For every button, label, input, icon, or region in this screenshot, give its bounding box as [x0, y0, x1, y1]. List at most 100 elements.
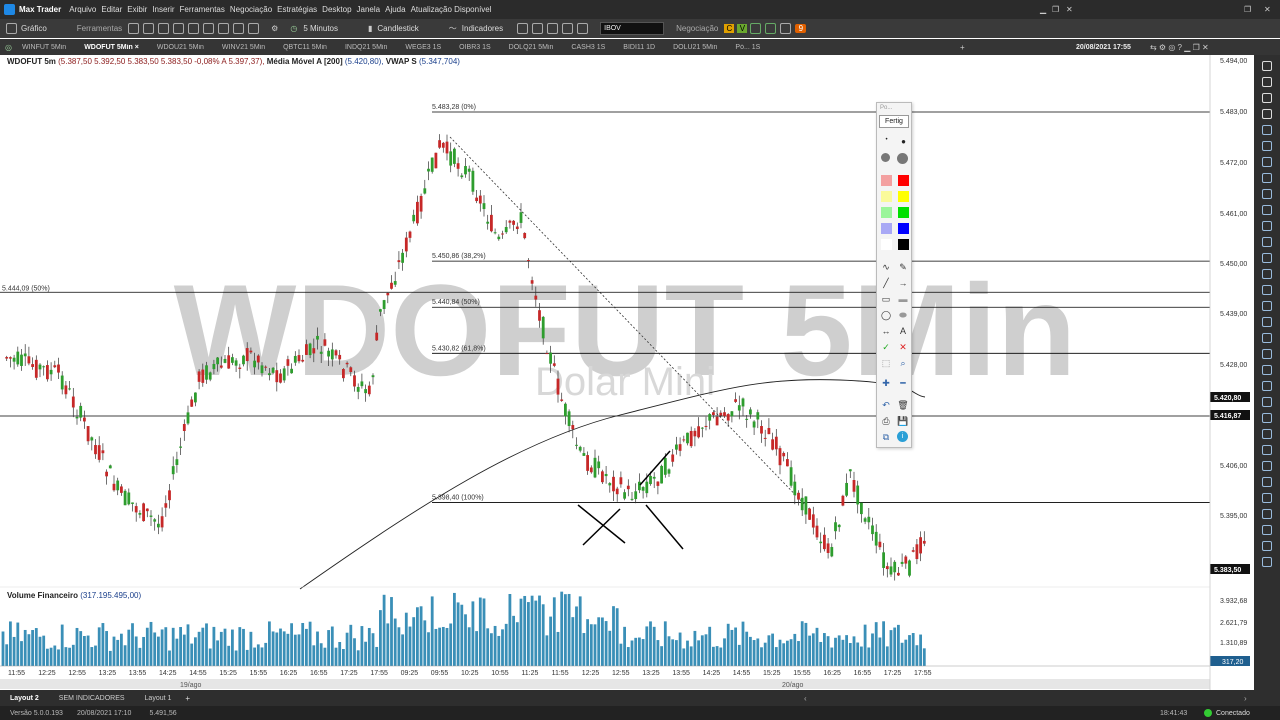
menu-item[interactable]: Atualização Disponível — [411, 5, 492, 14]
tab-winfut-5min[interactable]: WINFUT 5Min — [22, 44, 66, 51]
ellipse-icon[interactable]: ◯ — [880, 309, 892, 321]
copy-icon[interactable]: ⧉ — [880, 431, 892, 443]
color-blue[interactable] — [898, 223, 909, 234]
drawing-tool-icon[interactable] — [1262, 525, 1272, 535]
c-icon[interactable]: C — [724, 24, 735, 33]
color-white[interactable] — [881, 239, 892, 250]
minimize-icon[interactable]: ▁ — [1040, 5, 1046, 14]
color-yellow[interactable] — [898, 191, 909, 202]
tab-qbtc11-5min[interactable]: QBTC11 5Min — [283, 44, 327, 51]
drawing-tool-icon[interactable] — [1262, 205, 1272, 215]
drawing-tool-icon[interactable] — [1262, 509, 1272, 519]
cycle-icon[interactable] — [203, 23, 215, 34]
xlarge-dot-icon[interactable] — [897, 153, 908, 164]
drawing-tool-icon[interactable] — [1262, 541, 1272, 551]
grid-icon[interactable] — [128, 23, 140, 34]
add-tab-icon[interactable]: + — [960, 43, 965, 52]
drawing-tool-icon[interactable] — [1262, 477, 1272, 487]
zoom-icon[interactable]: ⌕ — [897, 357, 909, 369]
symbol-input[interactable]: IBOV — [600, 22, 665, 35]
double-arrow-icon[interactable]: ↔ — [880, 325, 892, 337]
drawing-tool-icon[interactable] — [1262, 333, 1272, 343]
globe-icon[interactable] — [218, 23, 230, 34]
tab-share-icon[interactable]: ⇆ ⚙ ◎ ? ▁ ❐ ✕ — [1150, 43, 1209, 52]
text-icon[interactable]: A — [897, 325, 909, 337]
drawing-tool-icon[interactable] — [1262, 493, 1272, 503]
layout-icon[interactable] — [577, 23, 589, 34]
menu-item[interactable]: Janela — [357, 5, 381, 14]
chat-icon[interactable] — [233, 23, 245, 34]
rectangle-icon[interactable]: ▭ — [880, 293, 892, 305]
drawing-tool-icon[interactable] — [1262, 237, 1272, 247]
tab-dolq21-5min[interactable]: DOLQ21 5Min — [509, 44, 554, 51]
small-dot-icon[interactable]: • — [881, 137, 892, 148]
minus-icon[interactable]: ━ — [897, 377, 909, 389]
save-icon[interactable]: 💾 — [897, 415, 909, 427]
menu-item[interactable]: Arquivo — [69, 5, 96, 14]
color-light-green[interactable] — [881, 207, 892, 218]
finish-button[interactable]: Fertig — [879, 115, 909, 128]
check-icon[interactable]: ✓ — [880, 341, 892, 353]
v-icon[interactable]: V — [737, 24, 748, 33]
drawing-tool-icon[interactable] — [1262, 301, 1272, 311]
drawing-tool-icon[interactable] — [1262, 397, 1272, 407]
drawing-tool-icon[interactable] — [1262, 253, 1272, 263]
filled-rectangle-icon[interactable]: ▬ — [897, 293, 909, 305]
menu-item[interactable]: Estratégias — [277, 5, 317, 14]
list-icon[interactable] — [780, 23, 792, 34]
window-restore-icon[interactable]: ❐ — [1244, 5, 1251, 14]
tab-cash3-1s[interactable]: CASH3 1S — [571, 44, 605, 51]
drawing-tool-icon[interactable] — [1262, 221, 1272, 231]
layers-icon[interactable] — [248, 23, 260, 34]
crosshair-icon[interactable] — [562, 23, 574, 34]
color-black[interactable] — [898, 239, 909, 250]
drawing-tool-icon[interactable] — [1262, 173, 1272, 183]
scroll-left-icon[interactable]: ‹ — [804, 694, 807, 703]
color-green[interactable] — [898, 207, 909, 218]
menu-item[interactable]: Negociação — [230, 5, 272, 14]
drawing-tool-icon[interactable] — [1262, 125, 1272, 135]
window-icon[interactable] — [765, 23, 777, 34]
drawing-tool-icon[interactable] — [1262, 269, 1272, 279]
chart-type-select[interactable]: Candlestick — [377, 24, 418, 33]
color-light-yellow[interactable] — [881, 191, 892, 202]
menu-item[interactable]: Editar — [101, 5, 122, 14]
columns-icon[interactable] — [173, 23, 185, 34]
info-icon[interactable]: i — [897, 431, 908, 442]
menu-item[interactable]: Ajuda — [385, 5, 405, 14]
filled-ellipse-icon[interactable]: ⬬ — [897, 309, 909, 321]
chart-area[interactable]: WDOFUT 5Min Dolar Mini 5.483,28 (0%) 5.450,… — [0, 55, 1252, 690]
tab-bidi11-1d[interactable]: BIDI11 1D — [623, 44, 655, 51]
tab-wdou21-5min[interactable]: WDOU21 5Min — [157, 44, 204, 51]
tab-indq21-5min[interactable]: INDQ21 5Min — [345, 44, 387, 51]
alarm-icon[interactable] — [188, 23, 200, 34]
trash-icon[interactable]: 🗑 — [897, 399, 909, 411]
menu-item[interactable]: Exibir — [127, 5, 147, 14]
tab-dolu21-5min[interactable]: DOLU21 5Min — [673, 44, 717, 51]
tab-wege3-1s[interactable]: WEGE3 1S — [405, 44, 441, 51]
drawing-tool-icon[interactable] — [1262, 557, 1272, 567]
chart-button[interactable]: Gráfico — [21, 24, 47, 33]
arrow-icon[interactable]: → — [897, 277, 909, 289]
drawing-tool-icon[interactable] — [1262, 189, 1272, 199]
restore-icon[interactable]: ❐ — [1052, 5, 1059, 14]
drawing-tool-icon[interactable] — [1262, 365, 1272, 375]
scroll-right-icon[interactable]: › — [1244, 694, 1247, 703]
drawing-tool-icon[interactable] — [1262, 93, 1272, 103]
calendar-icon[interactable] — [143, 23, 155, 34]
drawing-tool-icon[interactable] — [1262, 413, 1272, 423]
table-icon[interactable] — [158, 23, 170, 34]
drawing-tool-icon[interactable] — [1262, 461, 1272, 471]
drawing-tool-icon[interactable] — [1262, 141, 1272, 151]
zoom-out-icon[interactable] — [532, 23, 544, 34]
drawing-tool-icon[interactable] — [1262, 157, 1272, 167]
menu-item[interactable]: Ferramentas — [180, 5, 225, 14]
freehand-icon[interactable]: ∿ — [880, 261, 892, 273]
drawing-tool-icon[interactable] — [1262, 381, 1272, 391]
large-dot-icon[interactable] — [881, 153, 890, 162]
menu-item[interactable]: Inserir — [152, 5, 174, 14]
line-icon[interactable]: ╱ — [880, 277, 892, 289]
window-close-icon[interactable]: ✕ — [1264, 5, 1271, 14]
layout-tab-0[interactable]: Layout 2 — [10, 695, 39, 702]
tab-p-1s[interactable]: Pó... 1S — [735, 44, 760, 51]
